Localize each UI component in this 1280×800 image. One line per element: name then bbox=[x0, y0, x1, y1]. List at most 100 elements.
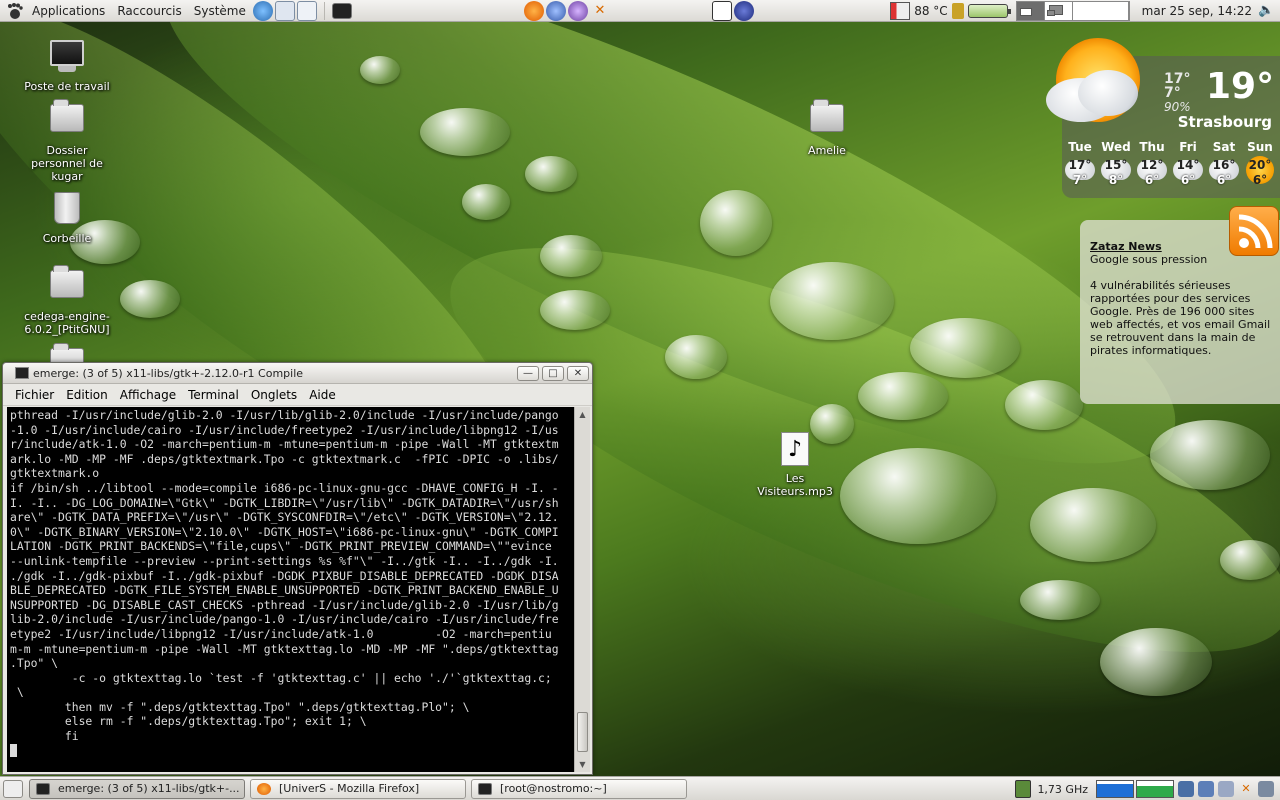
desktop-icon-label: Poste de travail bbox=[24, 80, 110, 93]
mail-icon[interactable] bbox=[274, 0, 295, 21]
desktop-icon-amelie[interactable]: Amelie bbox=[772, 99, 882, 157]
stellarium-icon[interactable] bbox=[733, 0, 754, 21]
clock[interactable]: mar 25 sep, 14:22 bbox=[1142, 4, 1252, 18]
rss-icon[interactable] bbox=[1229, 206, 1279, 256]
desktop-icon-trash[interactable]: Corbeille bbox=[12, 190, 122, 245]
network-icon[interactable] bbox=[1178, 781, 1194, 797]
desktop-icon-label: Corbeille bbox=[42, 232, 92, 245]
desktop-icon-label: Les Visiteurs.mp3 bbox=[757, 472, 833, 498]
terminal-line: --unlink-tempfile --preview --print-sett… bbox=[10, 553, 559, 568]
temperature-readout: 88 °C bbox=[914, 4, 948, 18]
terminal-line: r/include/atk-1.0 -O2 -march=pentium-m -… bbox=[10, 437, 559, 452]
terminal-line: NSUPPORTED -DG_DISABLE_CAST_CHECKS -pthr… bbox=[10, 597, 559, 612]
water-drop bbox=[540, 235, 602, 277]
forecast-day-name: Tue bbox=[1068, 140, 1092, 154]
forecast-low: 6° bbox=[1216, 173, 1232, 187]
cloud-icon bbox=[1078, 70, 1138, 116]
desktop-icon-cedega[interactable]: cedega-engine-6.0.2_[PtitGNU] bbox=[12, 265, 122, 336]
menu-applications[interactable]: Applications bbox=[26, 0, 111, 22]
desktop-icon-computer[interactable]: Poste de travail bbox=[12, 40, 122, 93]
battery-icon bbox=[967, 4, 1011, 18]
water-drop bbox=[360, 56, 400, 84]
rain-icon: 12° 6° bbox=[1134, 156, 1170, 192]
terminal-line: -c -o gtktexttag.lo `test -f 'gtktexttag… bbox=[10, 670, 552, 685]
cpu-graph bbox=[1096, 780, 1134, 798]
menu-fichier[interactable]: Fichier bbox=[9, 388, 60, 402]
desktop-icon-music[interactable]: ♪ Les Visiteurs.mp3 bbox=[740, 432, 850, 498]
network-icon[interactable] bbox=[1198, 781, 1214, 797]
close-button[interactable]: ✕ bbox=[567, 365, 589, 381]
water-drop bbox=[700, 190, 772, 256]
window-title: emerge: (3 of 5) x11-libs/gtk+-2.12.0-r1… bbox=[33, 366, 304, 380]
scrollbar-thumb[interactable] bbox=[577, 712, 588, 752]
web-browser-icon[interactable] bbox=[252, 0, 273, 21]
weather-forecast: Tue 17° 7° Wed 15° 8° Thu 12° 6° Fri 14°… bbox=[1062, 140, 1280, 192]
maximize-button[interactable]: □ bbox=[542, 365, 564, 381]
forecast-day: Fri 14° 6° bbox=[1170, 140, 1206, 192]
thunderbird-icon[interactable] bbox=[545, 0, 566, 21]
task-root-terminal[interactable]: [root@nostromo:~] bbox=[471, 778, 687, 799]
workspace-1[interactable] bbox=[1016, 2, 1045, 20]
menu-aide[interactable]: Aide bbox=[303, 388, 342, 402]
computer-icon bbox=[49, 40, 85, 76]
scroll-up-arrow[interactable]: ▲ bbox=[575, 407, 590, 422]
water-drop bbox=[665, 335, 727, 379]
water-drop bbox=[840, 448, 996, 544]
weather-city: Strasbourg bbox=[1177, 113, 1272, 131]
desktop-icon-label: Dossier personnel de kugar bbox=[31, 144, 103, 183]
trash-icon bbox=[49, 192, 85, 228]
minimize-button[interactable]: — bbox=[517, 365, 539, 381]
task-emerge[interactable]: emerge: (3 of 5) x11-libs/gtk+-... bbox=[29, 778, 245, 799]
gnome-foot-icon[interactable] bbox=[4, 0, 26, 22]
terminal-line: \ bbox=[10, 685, 24, 700]
menu-raccourcis[interactable]: Raccourcis bbox=[111, 0, 187, 22]
menu-edition[interactable]: Edition bbox=[60, 388, 114, 402]
forecast-high: 16° bbox=[1212, 158, 1236, 172]
firefox-icon[interactable] bbox=[523, 0, 544, 21]
terminal-line: I. -I.. -DG_LOG_DOMAIN=\"Gtk\" -DGTK_LIB… bbox=[10, 495, 559, 510]
chain-icon[interactable] bbox=[1218, 781, 1234, 797]
terminal-line: ./gdk -I../gdk-pixbuf -I../gdk-pixbuf -D… bbox=[10, 568, 559, 583]
workspace-2[interactable] bbox=[1044, 2, 1073, 20]
terminal-window[interactable]: emerge: (3 of 5) x11-libs/gtk+-2.12.0-r1… bbox=[2, 362, 593, 775]
tools-icon[interactable]: ✕ bbox=[1238, 781, 1254, 797]
workspace-switcher[interactable] bbox=[1015, 1, 1130, 21]
office-icon[interactable] bbox=[296, 0, 317, 21]
terminal-output[interactable]: pthread -I/usr/include/glib-2.0 -I/usr/l… bbox=[7, 407, 574, 772]
trash-icon[interactable] bbox=[1258, 781, 1274, 797]
forecast-day-name: Sat bbox=[1212, 140, 1236, 154]
terminal-icon bbox=[478, 782, 492, 795]
weather-widget: 17° 7° 90% 19° Strasbourg Tue 17° 7° Wed… bbox=[1046, 38, 1280, 198]
pidgin-icon[interactable] bbox=[567, 0, 588, 21]
power-plug-icon bbox=[951, 3, 964, 19]
firefox-icon bbox=[257, 782, 271, 795]
terminal-line: else rm -f ".deps/gtktexttag.Tpo"; exit … bbox=[10, 714, 367, 729]
tux-icon[interactable] bbox=[711, 0, 732, 21]
menu-onglets[interactable]: Onglets bbox=[245, 388, 303, 402]
folder-icon bbox=[809, 99, 845, 140]
task-firefox[interactable]: [UniverS - Mozilla Firefox] bbox=[250, 778, 466, 799]
terminal-cursor-line bbox=[10, 743, 571, 759]
scroll-down-arrow[interactable]: ▼ bbox=[575, 757, 590, 772]
terminal-text: pthread -I/usr/include/glib-2.0 -I/usr/l… bbox=[7, 407, 574, 759]
menu-affichage[interactable]: Affichage bbox=[114, 388, 182, 402]
window-titlebar[interactable]: emerge: (3 of 5) x11-libs/gtk+-2.12.0-r1… bbox=[3, 363, 592, 384]
desktop-icon-home[interactable]: Dossier personnel de kugar bbox=[12, 99, 122, 183]
volume-icon[interactable]: 🔈 bbox=[1258, 3, 1274, 19]
desktop-icon-label: cedega-engine-6.0.2_[PtitGNU] bbox=[24, 310, 110, 336]
menu-systeme[interactable]: Système bbox=[188, 0, 252, 22]
menu-terminal[interactable]: Terminal bbox=[182, 388, 245, 402]
water-drop bbox=[1100, 628, 1212, 696]
cloudy-icon: 17° 7° bbox=[1062, 156, 1098, 192]
terminal-icon bbox=[15, 367, 29, 379]
forecast-high: 15° bbox=[1104, 158, 1128, 172]
terminal-launcher-icon[interactable] bbox=[331, 2, 352, 19]
show-desktop-button[interactable] bbox=[3, 779, 23, 798]
forecast-low: 6° bbox=[1252, 173, 1268, 187]
sun-icon: 20° 6° bbox=[1242, 156, 1278, 192]
memory-graph bbox=[1136, 780, 1174, 798]
tools-icon[interactable]: ✕ bbox=[590, 1, 610, 21]
workspace-3[interactable] bbox=[1072, 2, 1129, 20]
vertical-scrollbar[interactable]: ▲ ▼ bbox=[574, 407, 590, 772]
water-drop bbox=[420, 108, 510, 156]
